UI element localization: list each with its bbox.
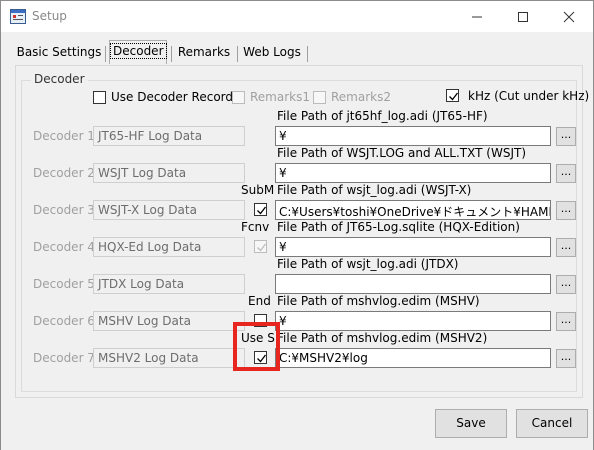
decoder1-path-label: File Path of jt65hf_log.adi (JT65-HF) bbox=[277, 109, 488, 123]
decoder2-name-field[interactable]: WSJT Log Data bbox=[93, 163, 245, 183]
decoder4-checkbox[interactable] bbox=[254, 240, 267, 253]
use-decoder-record-checkbox[interactable] bbox=[93, 91, 106, 104]
decoder-tab-panel: Decoder Use Decoder Record Remarks1 Rema… bbox=[15, 65, 589, 398]
tab-decoder[interactable]: Decoder bbox=[109, 40, 167, 64]
decoder7-name-field[interactable]: MSHV2 Log Data bbox=[93, 348, 245, 368]
decoder2-path-label: File Path of WSJT.LOG and ALL.TXT (WSJT) bbox=[277, 146, 526, 160]
decoder4-name-field[interactable]: HQX-Ed Log Data bbox=[93, 237, 245, 257]
decoder1-label: Decoder 1 bbox=[33, 129, 95, 143]
remarks2-checkbox[interactable] bbox=[313, 91, 326, 104]
dialog-body: Basic Settings Decoder Remarks Web Logs … bbox=[1, 32, 593, 450]
decoder6-label: Decoder 6 bbox=[33, 314, 95, 328]
close-icon bbox=[563, 11, 575, 23]
tab-divider bbox=[237, 46, 238, 62]
decoder1-path-input[interactable]: ¥ bbox=[275, 126, 551, 146]
decoder5-browse-button[interactable]: ... bbox=[556, 275, 576, 294]
use-decoder-record-label: Use Decoder Record bbox=[111, 90, 234, 104]
maximize-icon bbox=[518, 12, 528, 22]
tab-label: Decoder bbox=[110, 43, 167, 59]
decoder2-browse-button[interactable]: ... bbox=[556, 164, 576, 183]
save-button[interactable]: Save bbox=[435, 409, 507, 438]
decoder5-name-field[interactable]: JTDX Log Data bbox=[93, 274, 245, 294]
decoder3-name-field[interactable]: WSJT-X Log Data bbox=[93, 200, 245, 220]
check-icon bbox=[257, 243, 267, 252]
decoder3-path-label: File Path of wsjt_log.adi (WSJT-X) bbox=[277, 183, 472, 197]
khz-checkbox[interactable] bbox=[446, 89, 459, 102]
decoder2-path-input[interactable]: ¥ bbox=[275, 163, 551, 183]
decoder5-path-label: File Path of wsjt_log.adi (JTDX) bbox=[277, 257, 459, 271]
decoder4-browse-button[interactable]: ... bbox=[556, 238, 576, 257]
maximize-button[interactable] bbox=[500, 1, 546, 32]
decoder7-path-input[interactable]: C:¥MSHV2¥log bbox=[275, 348, 551, 368]
close-button[interactable] bbox=[546, 1, 592, 32]
window-title: Setup bbox=[32, 9, 67, 23]
decoder3-prefix-label: SubM bbox=[241, 183, 275, 197]
decoder6-prefix-label: End bbox=[248, 294, 271, 308]
tab-divider bbox=[171, 46, 172, 62]
tab-divider bbox=[105, 46, 106, 62]
check-icon bbox=[257, 206, 267, 215]
khz-label: kHz (Cut under kHz) bbox=[468, 89, 590, 103]
decoder7-browse-button[interactable]: ... bbox=[556, 349, 576, 368]
tab-label: Remarks bbox=[177, 45, 231, 59]
decoder6-browse-button[interactable]: ... bbox=[556, 312, 576, 331]
remarks1-label: Remarks1 bbox=[250, 90, 310, 104]
decoder3-path-input[interactable]: C:¥Users¥toshi¥OneDrive¥ドキュメント¥HAMLOG bbox=[275, 200, 551, 220]
app-icon bbox=[10, 9, 26, 24]
decoder4-path-input[interactable]: ¥ bbox=[275, 237, 551, 257]
decoder3-checkbox[interactable] bbox=[254, 203, 267, 216]
tab-web-logs[interactable]: Web Logs bbox=[240, 42, 304, 64]
tab-remarks[interactable]: Remarks bbox=[174, 42, 234, 64]
remarks2-label: Remarks2 bbox=[331, 90, 391, 104]
minimize-icon bbox=[472, 16, 482, 18]
tab-label: Web Logs bbox=[243, 45, 301, 59]
decoder3-label: Decoder 3 bbox=[33, 203, 95, 217]
tab-divider bbox=[307, 46, 308, 62]
remarks1-checkbox[interactable] bbox=[232, 91, 245, 104]
decoder6-name-field[interactable]: MSHV Log Data bbox=[93, 311, 245, 331]
check-icon bbox=[449, 92, 459, 101]
decoder6-path-label: File Path of mshvlog.edim (MSHV) bbox=[277, 294, 480, 308]
decoder2-label: Decoder 2 bbox=[33, 166, 95, 180]
tab-basic-settings[interactable]: Basic Settings bbox=[15, 42, 103, 64]
decoder3-browse-button[interactable]: ... bbox=[556, 201, 576, 220]
decoder1-name-field[interactable]: JT65-HF Log Data bbox=[93, 126, 245, 146]
decoder7-path-label: File Path of mshvlog.edim (MSHV2) bbox=[277, 331, 488, 345]
decoder5-path-input[interactable] bbox=[275, 274, 551, 294]
setup-window: Setup Basic Settings Decoder Remarks Web… bbox=[0, 0, 594, 450]
highlight-box bbox=[233, 322, 280, 371]
title-bar: Setup bbox=[1, 1, 593, 32]
cancel-button[interactable]: Cancel bbox=[516, 409, 588, 438]
decoder1-browse-button[interactable]: ... bbox=[556, 127, 576, 146]
decoder6-path-input[interactable]: ¥ bbox=[275, 311, 551, 331]
decoder4-path-label: File Path of JT65-Log.sqlite (HQX-Editio… bbox=[277, 220, 520, 234]
minimize-button[interactable] bbox=[454, 1, 500, 32]
decoder4-prefix-label: Fcnv bbox=[241, 220, 270, 234]
decoder-groupbox: Decoder Use Decoder Record Remarks1 Rema… bbox=[21, 72, 589, 392]
group-legend: Decoder bbox=[31, 72, 88, 86]
decoder7-label: Decoder 7 bbox=[33, 351, 95, 365]
tab-label: Basic Settings bbox=[16, 45, 102, 59]
decoder4-label: Decoder 4 bbox=[33, 240, 95, 254]
decoder5-label: Decoder 5 bbox=[33, 277, 95, 291]
